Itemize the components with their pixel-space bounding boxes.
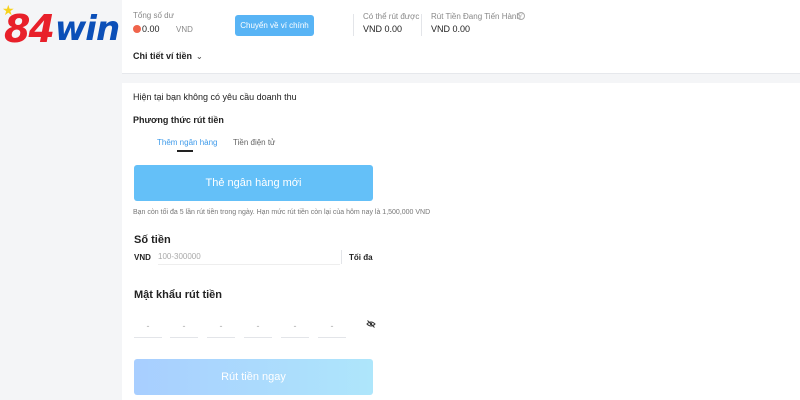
star-icon: ★ (2, 3, 14, 19)
withdraw-method-title: Phương thức rút tiền (133, 115, 224, 125)
withdraw-now-button[interactable]: Rút tiền ngay (134, 359, 373, 395)
eye-off-icon[interactable] (366, 320, 376, 328)
coin-icon (133, 25, 141, 33)
tab-crypto[interactable]: Tiền điện tử (233, 138, 275, 147)
pin-digit-5[interactable]: - (281, 314, 309, 338)
processing-value: VND 0.00 (431, 24, 471, 34)
balance-card: Tổng số dư 0.00 VND Chuyển về ví chính C… (122, 0, 800, 74)
pin-digit-6[interactable]: - (318, 314, 346, 338)
withdrawable-value: VND 0.00 (363, 24, 403, 34)
active-tab-indicator (177, 150, 193, 152)
pin-digit-3[interactable]: - (207, 314, 235, 338)
divider (421, 14, 422, 36)
chevron-down-icon: ⌄ (196, 52, 203, 61)
transfer-to-main-wallet-button[interactable]: Chuyển về ví chính (235, 15, 314, 36)
wallet-detail-toggle[interactable]: Chi tiết ví tiền ⌄ (133, 51, 203, 61)
total-balance-label: Tổng số dư (133, 11, 174, 20)
page: ★ 84 win Tổng số dư 0.00 VND Chuyển về v… (0, 0, 800, 400)
new-bank-card-button[interactable]: Thẻ ngân hàng mới (134, 165, 373, 201)
wallet-detail-label: Chi tiết ví tiền (133, 51, 193, 61)
total-balance-currency: VND (176, 25, 193, 34)
divider (353, 14, 354, 36)
divider (341, 250, 342, 264)
total-balance-amount: 0.00 (142, 24, 160, 34)
withdraw-card: Hiện tại bạn không có yêu cầu doanh thu … (122, 83, 800, 400)
max-amount-button[interactable]: Tối đa (349, 253, 373, 262)
tab-add-bank[interactable]: Thêm ngân hàng (157, 138, 218, 147)
turnover-notice: Hiện tại bạn không có yêu cầu doanh thu (133, 92, 297, 102)
withdraw-limit-note: Bạn còn tối đa 5 lần rút tiền trong ngày… (133, 209, 431, 216)
logo-text-win: win (54, 9, 120, 49)
logo-number: ★ 84 (2, 4, 55, 48)
info-icon[interactable]: ? (517, 12, 525, 20)
withdraw-password-title: Mật khẩu rút tiền (134, 289, 223, 301)
pin-digit-2[interactable]: - (170, 314, 198, 338)
withdrawable-label: Có thể rút được (363, 12, 420, 21)
pin-digit-4[interactable]: - (244, 314, 272, 338)
logo[interactable]: ★ 84 win (2, 4, 140, 50)
amount-currency: VND (134, 253, 151, 262)
amount-title: Số tiền (134, 234, 171, 246)
total-balance-value: 0.00 (133, 24, 160, 34)
amount-input[interactable] (158, 249, 340, 265)
pin-digit-1[interactable]: - (134, 314, 162, 338)
processing-label: Rút Tiền Đang Tiến Hành (431, 12, 521, 21)
